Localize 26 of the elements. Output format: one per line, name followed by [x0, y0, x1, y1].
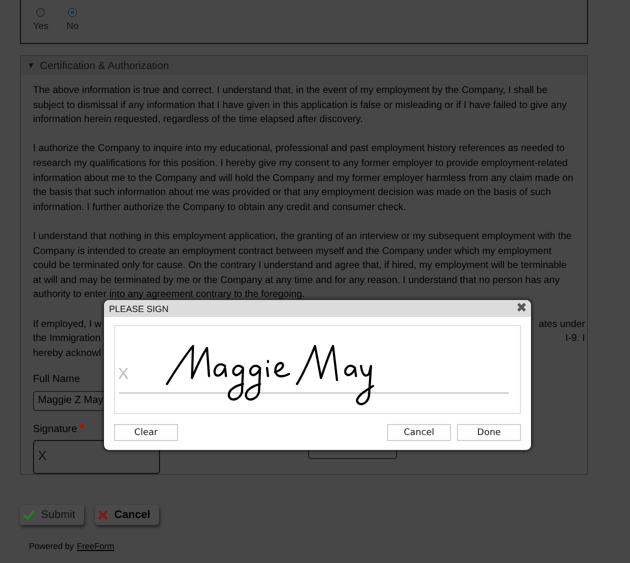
text-fragment: the Immigration: [33, 332, 101, 346]
close-icon[interactable]: ✖: [516, 302, 527, 315]
text-fragment: I-9. I: [565, 332, 585, 346]
radio-button[interactable]: [36, 8, 46, 17]
required-mark: *: [79, 422, 84, 437]
signature-mark: X: [118, 366, 129, 384]
paragraph: The above information is true and correct. I understand that, in the event of my employment by the Company, I shall be subject to dismissal if any information that I have given in this application is false or misleading or if I have failed to give any information herein requested, regardless of the time elapsed after discovery.: [33, 84, 568, 128]
footer-link[interactable]: FreeForm: [76, 541, 114, 551]
text-fragment: ates under: [538, 318, 585, 332]
paragraph: I understand that nothing in this employment application, the granting of an interview or my subsequent employment with the Company is intended to create an employment contract between myself and the Company under which my employment could be terminated only for cause. On the contrary I understand and agree that, if hired, my employment will be terminable at will and may be terminated by me or the Company at any time and for any reason. I understand that no person has any authority to enter into any agreement contrary to the foregoing.: [33, 230, 573, 302]
dialog-button[interactable]: Done: [457, 424, 521, 441]
dialog-title: PLEASE SIGN: [109, 304, 169, 314]
dialog-button[interactable]: Clear: [114, 424, 178, 441]
signature-pad[interactable]: X: [114, 325, 521, 414]
cancel-button[interactable]: Cancel: [95, 505, 160, 525]
radio-button[interactable]: [68, 8, 78, 17]
collapse-toggle-icon[interactable]: ▼: [27, 61, 35, 70]
close-icon: [98, 510, 108, 520]
field-label: Full Name: [33, 373, 80, 388]
dialog-button[interactable]: Cancel: [387, 424, 451, 441]
field-label: Signature: [33, 422, 78, 437]
text-fragment: hereby acknowl: [33, 346, 102, 361]
text-fragment: If employed, I w: [33, 318, 102, 332]
paragraph: I authorize the Company to inquire into my educational, professional and past employment history references as needed to research my qualifications for this position. I hereby give my consent to any former employer to provide employment-related information about me to the Company and will hold the Company and my former employer harmless from any claim made on the basis that such information about me was provided or that any employment decision was made on the basis of such information. I further authorize the Company to obtain any credit and consumer check.: [33, 142, 574, 215]
footer-text: Powered by: [29, 541, 74, 551]
checkmark-icon: [23, 510, 35, 520]
